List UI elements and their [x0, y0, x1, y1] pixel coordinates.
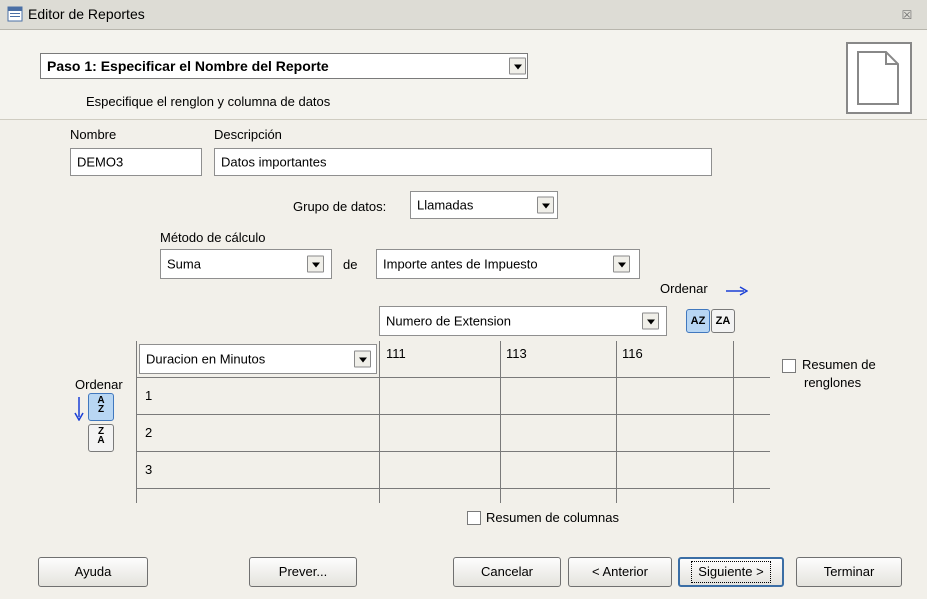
report-grid: Duracion en Minutos 111 113 116 1 2 3	[136, 341, 770, 503]
anterior-button[interactable]: < Anterior	[568, 557, 672, 587]
ordenar-renglones-label: Ordenar	[75, 377, 123, 392]
arrow-down-icon	[74, 397, 84, 421]
prever-button[interactable]: Prever...	[249, 557, 357, 587]
grupo-datos-select[interactable]: Llamadas	[410, 191, 558, 219]
step-subtitle: Especifique el renglon y columna de dato…	[86, 94, 331, 109]
descripcion-label: Descripción	[214, 127, 282, 142]
step-select[interactable]: Paso 1: Especificar el Nombre del Report…	[40, 53, 528, 79]
terminar-button-label: Terminar	[823, 564, 875, 579]
columna-campo-value: Numero de Extension	[386, 313, 512, 329]
descripcion-value: Datos importantes	[221, 154, 327, 170]
resumen-columnas-label: Resumen de columnas	[486, 510, 619, 525]
sort-rows-descending-button[interactable]: Z A	[88, 424, 114, 452]
grupo-datos-label: Grupo de datos:	[293, 199, 387, 214]
document-icon	[846, 42, 912, 114]
nombre-value: DEMO3	[77, 154, 124, 170]
de-label: de	[343, 257, 358, 272]
chevron-down-icon[interactable]	[613, 255, 630, 273]
resumen-renglones-label-line2: renglones	[804, 375, 862, 390]
importe-value: Importe antes de Impuesto	[383, 256, 538, 272]
sort-rows-ascending-button[interactable]: A Z	[88, 393, 114, 421]
ayuda-button[interactable]: Ayuda	[38, 557, 148, 587]
importe-select[interactable]: Importe antes de Impuesto	[376, 249, 640, 279]
chevron-down-icon[interactable]	[642, 312, 659, 330]
sort-az-label: AZ	[690, 315, 706, 327]
renglon-campo-select[interactable]: Duracion en Minutos	[139, 344, 377, 374]
metodo-calculo-label: Método de cálculo	[160, 230, 266, 245]
ordenar-columnas-label: Ordenar	[660, 281, 708, 296]
resumen-columnas-checkbox[interactable]	[467, 511, 481, 525]
descripcion-input[interactable]: Datos importantes	[214, 148, 712, 176]
column-header-2: 113	[506, 346, 527, 361]
resumen-renglones-checkbox[interactable]	[782, 359, 796, 373]
grupo-datos-value: Llamadas	[417, 197, 474, 213]
title-bar: Editor de Reportes ☒	[0, 0, 927, 30]
siguiente-button-label: Siguiente >	[691, 561, 771, 583]
step-select-value: Paso 1: Especificar el Nombre del Report…	[47, 58, 329, 74]
chevron-down-icon[interactable]	[537, 196, 554, 214]
metodo-calculo-value: Suma	[167, 256, 201, 272]
resumen-renglones-option[interactable]: Resumen de renglones	[782, 357, 912, 397]
window-app-icon	[7, 6, 23, 22]
anterior-button-label: < Anterior	[591, 564, 648, 579]
cancelar-button[interactable]: Cancelar	[453, 557, 561, 587]
wizard-header: Paso 1: Especificar el Nombre del Report…	[0, 30, 927, 120]
metodo-calculo-select[interactable]: Suma	[160, 249, 332, 279]
report-form: Nombre DEMO3 Descripción Datos important…	[0, 121, 927, 531]
ayuda-button-label: Ayuda	[74, 564, 112, 579]
arrow-right-icon	[726, 286, 748, 296]
nombre-input[interactable]: DEMO3	[70, 148, 202, 176]
row-header-1: 1	[145, 388, 153, 403]
sort-columns-descending-button[interactable]: ZA	[711, 309, 735, 333]
column-header-3: 116	[622, 346, 643, 361]
sort-rows-desc-bottom: A	[97, 435, 105, 446]
columna-campo-select[interactable]: Numero de Extension	[379, 306, 667, 336]
close-button[interactable]: ☒	[898, 8, 916, 24]
nombre-label: Nombre	[70, 127, 117, 142]
chevron-down-icon[interactable]	[307, 255, 324, 273]
chevron-down-icon[interactable]	[354, 350, 371, 368]
prever-button-label: Prever...	[278, 564, 328, 579]
window-title: Editor de Reportes	[28, 6, 145, 22]
close-icon: ☒	[901, 8, 913, 22]
row-header-3: 3	[145, 462, 153, 477]
terminar-button[interactable]: Terminar	[796, 557, 902, 587]
resumen-renglones-label-line1: Resumen de	[802, 357, 876, 372]
renglon-campo-value: Duracion en Minutos	[146, 351, 266, 367]
sort-rows-asc-bottom: Z	[97, 404, 105, 415]
resumen-columnas-option[interactable]: Resumen de columnas	[467, 509, 667, 527]
chevron-down-icon[interactable]	[509, 57, 526, 75]
sort-za-label: ZA	[715, 315, 731, 327]
cancelar-button-label: Cancelar	[480, 564, 534, 579]
wizard-footer: Ayuda Prever... Cancelar < Anterior Sigu…	[0, 531, 927, 599]
column-header-1: 111	[386, 346, 406, 361]
sort-columns-ascending-button[interactable]: AZ	[686, 309, 710, 333]
siguiente-button[interactable]: Siguiente >	[678, 557, 784, 587]
row-header-2: 2	[145, 425, 153, 440]
